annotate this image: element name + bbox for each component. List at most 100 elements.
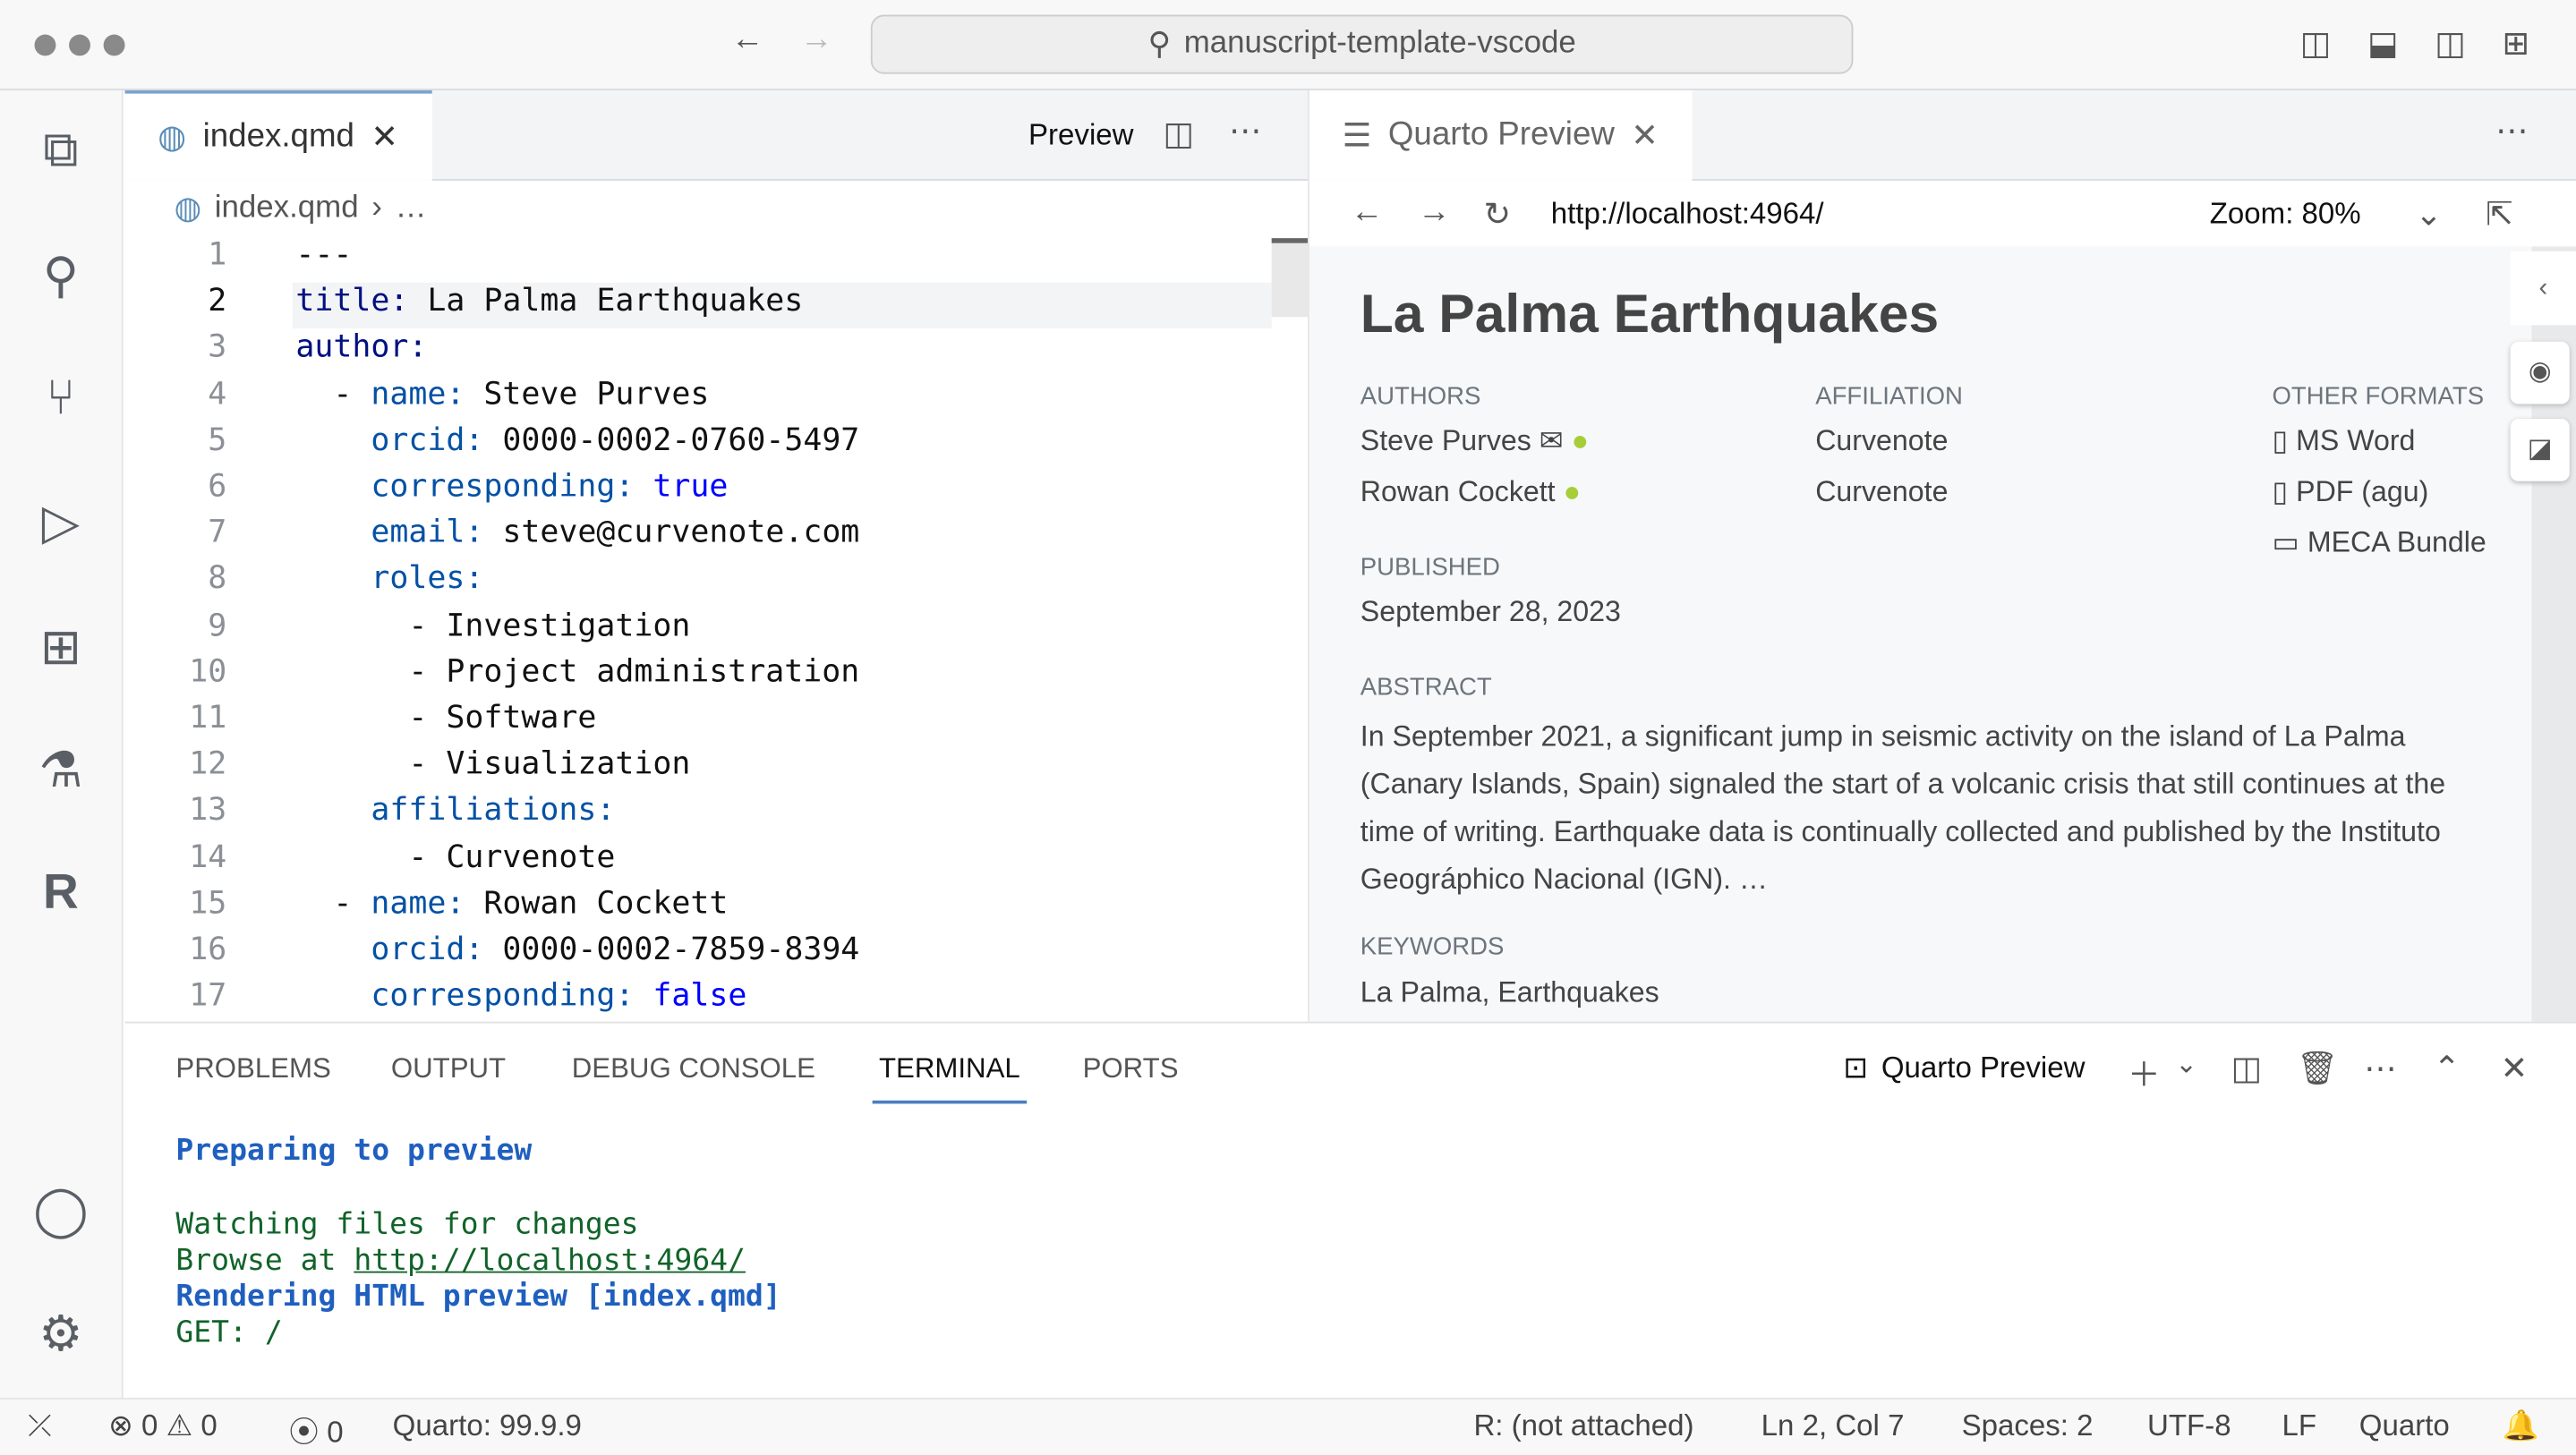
search-icon: ⚲ (1147, 27, 1172, 62)
quarto-version[interactable]: Quarto: 99.9.9 (393, 1409, 582, 1444)
terminal-link[interactable]: http://localhost:4964/ (354, 1243, 746, 1278)
line-number: 3 (208, 328, 227, 366)
r-icon[interactable]: R (26, 859, 95, 928)
orcid-icon[interactable]: ● (1572, 424, 1589, 457)
terminal-selector[interactable]: ⊡ Quarto Preview (1843, 1051, 2085, 1086)
code-line[interactable]: 14 - Curvenote (124, 838, 1308, 885)
source-control-icon[interactable]: ⑂ (26, 364, 95, 433)
remote-icon[interactable]: ⤫ (28, 1409, 51, 1444)
code-line[interactable]: 17 corresponding: false (124, 977, 1308, 1024)
close-icon[interactable]: ✕ (1631, 115, 1659, 156)
tab-output[interactable]: OUTPUT (391, 1053, 506, 1086)
toggle-secondary-sidebar-icon[interactable]: ◫ (2435, 23, 2466, 64)
zoom-select[interactable]: Zoom: 80% (2210, 197, 2361, 232)
back-arrow-icon[interactable]: ← (1351, 194, 1384, 232)
explorer-icon[interactable]: ⧉ (26, 116, 95, 185)
code-line[interactable]: 8 roles: (124, 561, 1308, 608)
maximize-panel-chevron-up-icon[interactable]: ⌃ (2433, 1048, 2461, 1089)
url-field[interactable]: http://localhost:4964/ (1551, 197, 1824, 232)
tab-problems[interactable]: PROBLEMS (175, 1053, 330, 1086)
code-line[interactable]: 2 title: La Palma Earthquakes (124, 283, 1308, 329)
ports-status[interactable]: ⦿ 0 (289, 1409, 344, 1452)
breadcrumb-symbol[interactable]: … (396, 191, 427, 228)
tab-debug-console[interactable]: DEBUG CONSOLE (572, 1053, 815, 1086)
split-editor-icon[interactable]: ◫ (1164, 114, 1195, 155)
settings-gear-icon[interactable]: ⚙ (26, 1299, 95, 1368)
chevron-left-icon[interactable]: ‹ (2510, 251, 2576, 326)
language-mode[interactable]: Quarto (2359, 1409, 2450, 1444)
search-icon[interactable]: ⚲ (26, 242, 95, 311)
code-line[interactable]: 5 orcid: 0000-0002-0760-5497 (124, 421, 1308, 468)
line-ending[interactable]: LF (2282, 1409, 2317, 1444)
code-line[interactable]: 13 affiliations: (124, 792, 1308, 838)
encoding[interactable]: UTF-8 (2147, 1409, 2231, 1444)
minimize-window-button[interactable] (69, 34, 90, 56)
line-number: 4 (208, 375, 227, 412)
tab-terminal[interactable]: TERMINAL (879, 1053, 1020, 1086)
zoom-window-button[interactable] (103, 34, 125, 56)
cursor-position[interactable]: Ln 2, Col 7 (1761, 1409, 1905, 1444)
code-line[interactable]: 6 corresponding: true (124, 468, 1308, 515)
breadcrumb-file[interactable]: index.qmd (215, 191, 359, 228)
command-center-search[interactable]: ⚲ manuscript-template-vscode (870, 14, 1854, 74)
code-line[interactable]: 10 - Project administration (124, 653, 1308, 700)
terminal-line: Preparing to preview (175, 1133, 533, 1169)
orcid-icon[interactable]: ● (1564, 474, 1581, 507)
code-line[interactable]: 1 --- (124, 236, 1308, 283)
preview-button[interactable]: Preview (1028, 118, 1134, 153)
code-line[interactable]: 4 - name: Steve Purves (124, 376, 1308, 422)
code-text: affiliations: (295, 792, 615, 828)
accounts-icon[interactable]: ◯ (26, 1176, 95, 1245)
close-panel-icon[interactable]: ✕ (2501, 1048, 2529, 1089)
line-number: 5 (208, 421, 227, 458)
code-line[interactable]: 15 - name: Rowan Cockett (124, 885, 1308, 932)
code-token: 0000-0002-7859-8394 (483, 931, 860, 968)
more-actions-icon[interactable]: ⋯ (2364, 1048, 2397, 1089)
chevron-down-icon[interactable]: ⌄ (2415, 194, 2443, 235)
notifications-bell-icon[interactable]: 🔔 (2502, 1409, 2538, 1444)
code-line[interactable]: 12 - Visualization (124, 746, 1308, 793)
back-arrow-icon[interactable]: ← (731, 21, 764, 59)
reload-icon[interactable]: ↻ (1483, 194, 1511, 235)
format-link-meca[interactable]: ▭ MECA Bundle (2272, 525, 2486, 560)
code-token: - Investigation (295, 607, 691, 643)
annotation-icon[interactable]: ◪ (2510, 419, 2570, 481)
format-link-pdf[interactable]: ▯ PDF (agu) (2272, 474, 2428, 509)
more-actions-icon[interactable]: ⋯ (2495, 110, 2529, 151)
code-text: email: steve@curvenote.com (295, 515, 859, 550)
trash-icon[interactable]: 🗑 (2297, 1048, 2339, 1089)
run-debug-icon[interactable]: ▷ (26, 488, 95, 557)
code-line[interactable]: 9 - Investigation (124, 607, 1308, 653)
more-actions-icon[interactable]: ⋯ (1229, 110, 1262, 151)
customize-layout-icon[interactable]: ⊞ (2502, 23, 2529, 64)
code-editor[interactable]: 1 --- 2 title: La Palma Earthquakes 3 author:… (124, 236, 1308, 1021)
testing-flask-icon[interactable]: ⚗ (26, 736, 95, 804)
forward-arrow-icon[interactable]: → (1418, 194, 1451, 232)
indentation[interactable]: Spaces: 2 (1962, 1409, 2094, 1444)
affiliation-heading: AFFILIATION (1815, 382, 1963, 411)
line-number: 15 (189, 884, 227, 922)
toggle-sidebar-icon[interactable]: ◫ (2300, 23, 2332, 64)
r-status[interactable]: R: (not attached) (1473, 1409, 1693, 1444)
close-window-button[interactable] (34, 34, 56, 56)
extensions-icon[interactable]: ⊞ (26, 613, 95, 682)
code-line[interactable]: 3 author: (124, 329, 1308, 376)
tab-index-qmd[interactable]: ◍ index.qmd ✕ (124, 89, 431, 181)
published-date: September 28, 2023 (1360, 594, 1621, 628)
chevron-down-icon[interactable]: ⌄ (2175, 1048, 2197, 1081)
email-icon[interactable]: ✉ (1540, 424, 1564, 457)
new-terminal-plus-icon[interactable]: ＋ (2128, 1048, 2161, 1095)
toggle-panel-icon[interactable]: ⬓ (2367, 23, 2399, 64)
code-line[interactable]: 7 email: steve@curvenote.com (124, 515, 1308, 561)
code-line[interactable]: 11 - Software (124, 700, 1308, 746)
eye-icon[interactable]: ◉ (2510, 341, 2570, 404)
code-line[interactable]: 16 orcid: 0000-0002-7859-8394 (124, 932, 1308, 978)
open-external-icon[interactable]: ⇱ (2486, 194, 2513, 235)
forward-arrow-icon[interactable]: → (800, 21, 833, 59)
problems-status[interactable]: ⊗ 0 ⚠ 0 (108, 1409, 218, 1444)
tab-quarto-preview[interactable]: ☰ Quarto Preview ✕ (1309, 89, 1692, 181)
split-terminal-icon[interactable]: ◫ (2231, 1048, 2263, 1089)
close-icon[interactable]: ✕ (371, 116, 398, 157)
tab-ports[interactable]: PORTS (1083, 1053, 1179, 1086)
format-link-word[interactable]: ▯ MS Word (2272, 424, 2415, 459)
